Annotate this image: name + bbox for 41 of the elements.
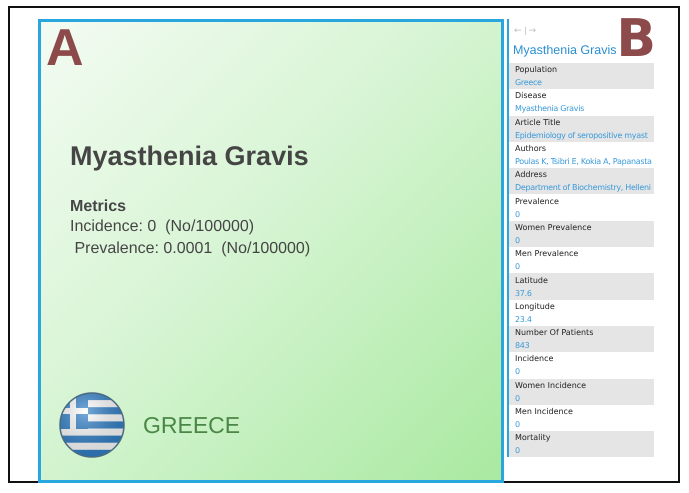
field-label: Mortality <box>515 432 550 444</box>
field-value: 0 <box>515 419 520 431</box>
field-value: 0 <box>515 261 520 274</box>
field-value: Epidemiology of seropositive myast <box>515 130 648 142</box>
field-value: Department of Biochemistry, Helleni <box>515 182 651 194</box>
panel-label: A <box>46 22 84 74</box>
country-name: GREECE <box>143 412 240 438</box>
field-label: Men Incidence <box>515 406 573 418</box>
field-value: Poulas K, Tsibri E, Kokia A, Papanasta <box>515 156 652 168</box>
field-value: 0 <box>515 445 520 458</box>
back-button[interactable]: ← <box>514 26 522 36</box>
field-label: Prevalence <box>515 196 559 208</box>
field-label: Women Prevalence <box>515 222 592 234</box>
field-label: Latitude <box>515 274 548 287</box>
field-value: Greece <box>515 77 542 90</box>
field-label: Incidence <box>515 353 554 366</box>
field-label: Number Of Patients <box>515 327 594 340</box>
metrics-heading: Metrics <box>70 198 126 216</box>
field-value: 23.4 <box>515 314 532 326</box>
field-value: 0 <box>515 234 520 247</box>
field-label: Men Prevalence <box>515 248 578 260</box>
field-value: 37.6 <box>515 288 532 300</box>
field-label: Authors <box>515 143 546 156</box>
disease-title: Myasthenia Gravis <box>70 140 309 172</box>
panel-label: B <box>616 13 656 65</box>
field-label: Women Incidence <box>515 380 586 392</box>
field-label: Population <box>515 64 558 76</box>
details-title: Myasthenia Gravis <box>512 42 617 59</box>
field-label: Disease <box>515 90 546 102</box>
field-value: 0 <box>515 366 520 378</box>
flag-icon <box>58 391 126 459</box>
field-value: 843 <box>515 340 530 352</box>
field-value: 0 <box>515 392 520 405</box>
forward-button[interactable]: → <box>528 26 536 36</box>
field-label: Article Title <box>515 116 560 129</box>
field-label: Longitude <box>515 300 555 313</box>
field-value: Myasthenia Gravis <box>515 103 584 116</box>
field-label: Address <box>515 169 547 182</box>
metric-text: Prevalence: 0.0001 (No/100000) <box>73 239 310 259</box>
field-value: 0 <box>515 208 520 221</box>
metric-text: Incidence: 0 (No/100000) <box>70 217 254 237</box>
